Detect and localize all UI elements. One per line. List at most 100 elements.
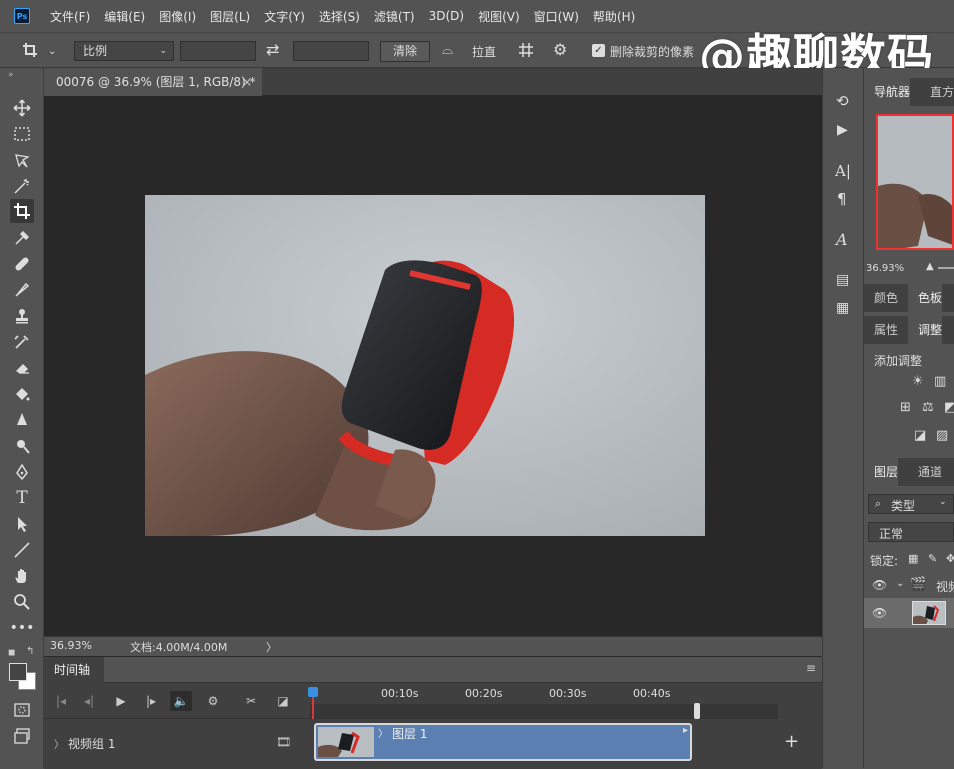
menu-select[interactable]: 选择(S) (319, 8, 360, 25)
next-frame-icon[interactable]: |▸ (140, 691, 162, 711)
hand-tool-icon[interactable] (10, 564, 34, 588)
brightness-icon[interactable]: ☀ (912, 374, 924, 389)
menu-edit[interactable]: 编辑(E) (104, 8, 145, 25)
ratio-select[interactable]: 比例 ⌄ (74, 41, 174, 61)
eraser-tool-icon[interactable] (10, 356, 34, 380)
foreground-color-swatch[interactable] (9, 663, 27, 681)
straighten-label[interactable]: 拉直 (472, 43, 496, 60)
notes-icon[interactable]: ▦ (836, 300, 849, 316)
height-field[interactable] (293, 41, 369, 61)
line-tool-icon[interactable] (10, 538, 34, 562)
clear-button[interactable]: 清除 (380, 41, 430, 62)
gradient-map-icon[interactable]: ▨ (936, 428, 948, 443)
work-area-end-handle[interactable] (694, 703, 700, 719)
overlay-grid-icon[interactable] (518, 42, 534, 61)
dodge-tool-icon[interactable] (10, 434, 34, 458)
layer-filter-select[interactable]: ⌕ 类型 ⌄ (868, 494, 954, 514)
straighten-icon[interactable]: ⌓ (442, 42, 453, 58)
blend-mode-select[interactable]: 正常 (868, 522, 954, 542)
delete-cropped-checkbox[interactable]: ✓ (592, 44, 605, 57)
navigator-preview[interactable] (876, 114, 954, 250)
menu-file[interactable]: 文件(F) (50, 8, 90, 25)
playhead-handle[interactable] (308, 687, 318, 697)
status-arrow-icon[interactable]: 〉 (266, 639, 277, 655)
collapse-icon[interactable]: » (8, 70, 14, 80)
screen-mode-icon[interactable] (10, 724, 34, 748)
close-icon[interactable]: × (242, 68, 252, 96)
invert-icon[interactable]: ◪ (914, 428, 926, 443)
marquee-tool-icon[interactable] (10, 122, 34, 146)
chevron-right-icon[interactable]: 〉 (54, 736, 64, 751)
scissors-icon[interactable]: ✂ (240, 691, 262, 711)
menu-view[interactable]: 视图(V) (478, 8, 520, 25)
clone-stamp-tool-icon[interactable] (10, 304, 34, 328)
actions-icon[interactable]: ▶ (837, 122, 848, 138)
crop-tool-icon[interactable] (22, 42, 38, 61)
transition-icon[interactable]: ◪ (272, 691, 294, 711)
canvas-area[interactable] (44, 96, 822, 636)
gear-icon[interactable]: ⚙ (553, 42, 567, 58)
document-tab[interactable]: 00076 @ 36.9% (图层 1, RGB/8) * (44, 68, 262, 96)
navigator-zoom[interactable]: 36.93% (866, 263, 904, 274)
lock-pixels-icon[interactable]: ✎ (928, 552, 937, 565)
menu-filter[interactable]: 滤镜(T) (374, 8, 415, 25)
tab-navigator[interactable]: 导航器 (864, 78, 911, 106)
healing-brush-tool-icon[interactable] (10, 252, 34, 276)
tab-color[interactable]: 颜色 (864, 284, 898, 312)
add-media-button[interactable]: + (784, 731, 799, 752)
quick-mask-icon[interactable] (10, 698, 34, 722)
chevron-right-icon[interactable]: 〉 (378, 725, 388, 740)
balance-icon[interactable]: ⚖ (922, 400, 934, 415)
gear-icon[interactable]: ⚙ (202, 691, 224, 711)
audio-icon[interactable]: 🔈 (170, 691, 192, 711)
blur-tool-icon[interactable] (10, 408, 34, 432)
menu-type[interactable]: 文字(Y) (264, 8, 305, 25)
delete-cropped-label[interactable]: 删除裁剪的像素 (610, 43, 694, 60)
color-balance-icon[interactable]: ⊞ (900, 400, 911, 415)
film-icon[interactable]: 🎞 (276, 735, 291, 749)
width-field[interactable] (180, 41, 256, 61)
video-clip[interactable]: 〉 图层 1 ▸ (314, 723, 692, 761)
glyphs-icon[interactable]: A (836, 230, 848, 249)
pen-tool-icon[interactable] (10, 460, 34, 484)
tab-properties[interactable]: 属性 (864, 316, 898, 344)
work-area-bar[interactable] (310, 704, 778, 718)
history-brush-tool-icon[interactable] (10, 330, 34, 354)
swap-icon[interactable]: ⇄ (266, 42, 279, 58)
zoom-out-icon[interactable]: ▲ (926, 261, 934, 272)
paint-bucket-tool-icon[interactable] (10, 382, 34, 406)
zoom-level[interactable]: 36.93% (50, 639, 92, 652)
tab-histogram[interactable]: 直方 (920, 78, 954, 106)
eyedropper-tool-icon[interactable] (10, 226, 34, 250)
tab-timeline[interactable]: 时间轴 (44, 657, 104, 683)
crop-tool-icon[interactable] (10, 199, 34, 223)
move-tool-icon[interactable] (10, 96, 34, 120)
zoom-slider[interactable] (938, 267, 954, 269)
history-icon[interactable]: ⟲ (836, 92, 849, 110)
tab-adjustments[interactable]: 调整 (908, 316, 943, 344)
zoom-tool-icon[interactable] (10, 590, 34, 614)
menu-help[interactable]: 帮助(H) (593, 8, 635, 25)
default-colors-icon[interactable]: ◼ (8, 648, 15, 658)
lock-position-icon[interactable]: ✥ (946, 552, 954, 565)
previous-frame-icon[interactable]: ◂| (78, 691, 100, 711)
swap-colors-icon[interactable]: ↰ (26, 646, 34, 657)
tab-layers[interactable]: 图层 (864, 458, 899, 486)
tab-channels[interactable]: 通道 (908, 458, 942, 486)
go-to-first-frame-icon[interactable]: |◂ (50, 691, 72, 711)
timeline-ruler[interactable]: 00:10s 00:20s 00:30s 00:40s (308, 683, 778, 719)
type-tool-icon[interactable]: T (10, 486, 34, 510)
tab-swatches[interactable]: 色板 (908, 284, 943, 312)
menu-3d[interactable]: 3D(D) (429, 9, 464, 23)
panel-menu-icon[interactable]: ≡ (806, 661, 816, 675)
menu-image[interactable]: 图像(I) (159, 8, 196, 25)
path-selection-tool-icon[interactable] (10, 512, 34, 536)
layer-row-group[interactable]: 👁 ⌄ 🎬 视频 (864, 572, 954, 598)
paragraph-icon[interactable]: ¶ (837, 190, 847, 208)
menu-layer[interactable]: 图层(L) (210, 8, 250, 25)
libraries-icon[interactable]: ▤ (836, 272, 849, 288)
layer-row-layer1[interactable]: 👁 (864, 598, 954, 628)
bw-icon[interactable]: ◩ (944, 400, 954, 415)
more-tools-icon[interactable]: ••• (10, 616, 35, 640)
brush-tool-icon[interactable] (10, 278, 34, 302)
